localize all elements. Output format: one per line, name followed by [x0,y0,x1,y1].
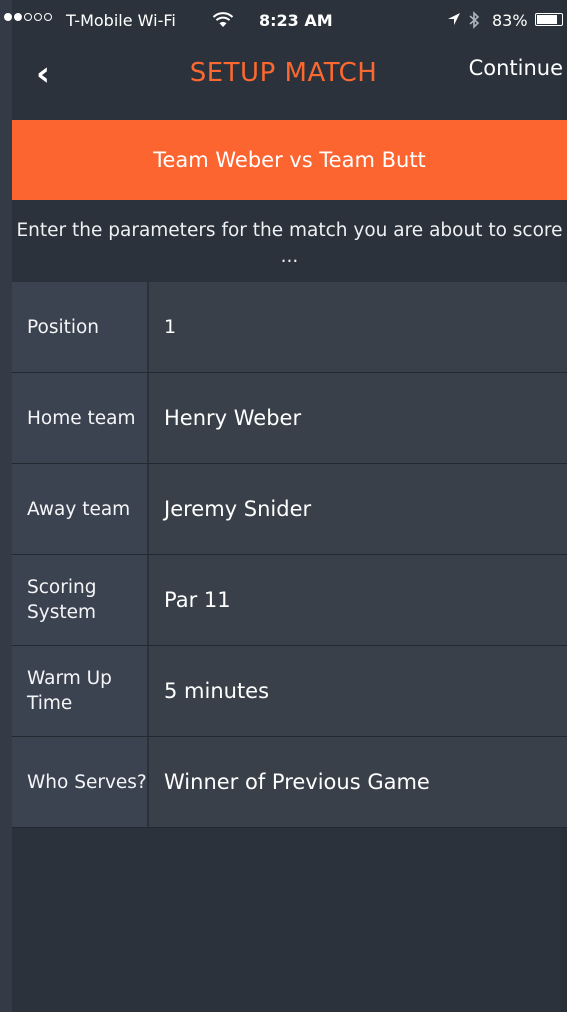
status-time: 8:23 AM [259,11,333,30]
signal-dot [4,13,12,21]
signal-dot [24,13,32,21]
battery-icon [535,13,563,26]
parameter-row-away-team[interactable]: Away team Jeremy Snider [12,464,567,555]
parameter-label: Who Serves? [12,737,149,827]
parameter-value[interactable]: 5 minutes [149,646,567,736]
bluetooth-icon [467,11,481,33]
wifi-icon [212,11,234,33]
parameter-row-who-serves[interactable]: Who Serves? Winner of Previous Game [12,737,567,828]
carrier-name: T-Mobile Wi-Fi [66,11,176,30]
navigation-bar: ‹ SETUP MATCH Continue [0,46,567,120]
parameter-row-home-team[interactable]: Home team Henry Weber [12,373,567,464]
match-banner: Team Weber vs Team Butt [12,120,567,200]
signal-dot [44,13,52,21]
parameter-value[interactable]: Winner of Previous Game [149,737,567,827]
parameter-label: Position [12,282,149,372]
battery-fill [537,15,557,24]
match-title: Team Weber vs Team Butt [153,148,426,172]
parameter-row-position[interactable]: Position 1 [12,282,567,373]
parameter-value[interactable]: Henry Weber [149,373,567,463]
parameter-label: Home team [12,373,149,463]
parameter-label: Scoring System [12,555,149,645]
parameter-value[interactable]: 1 [149,282,567,372]
parameter-row-scoring-system[interactable]: Scoring System Par 11 [12,555,567,646]
parameter-value[interactable]: Jeremy Snider [149,464,567,554]
signal-dot [14,13,22,21]
parameter-row-warm-up-time[interactable]: Warm Up Time 5 minutes [12,646,567,737]
instructions-text: Enter the parameters for the match you a… [16,220,563,267]
battery-percent: 83% [492,11,528,30]
parameter-label: Away team [12,464,149,554]
status-bar: T-Mobile Wi-Fi 8:23 AM 83% [0,0,567,46]
signal-dot [34,13,42,21]
continue-button[interactable]: Continue [469,56,563,80]
location-arrow-icon [447,11,461,31]
parameter-value[interactable]: Par 11 [149,555,567,645]
left-frame [0,0,12,1012]
parameter-label: Warm Up Time [12,646,149,736]
signal-strength [4,13,52,21]
parameters-table: Position 1 Home team Henry Weber Away te… [12,282,567,828]
